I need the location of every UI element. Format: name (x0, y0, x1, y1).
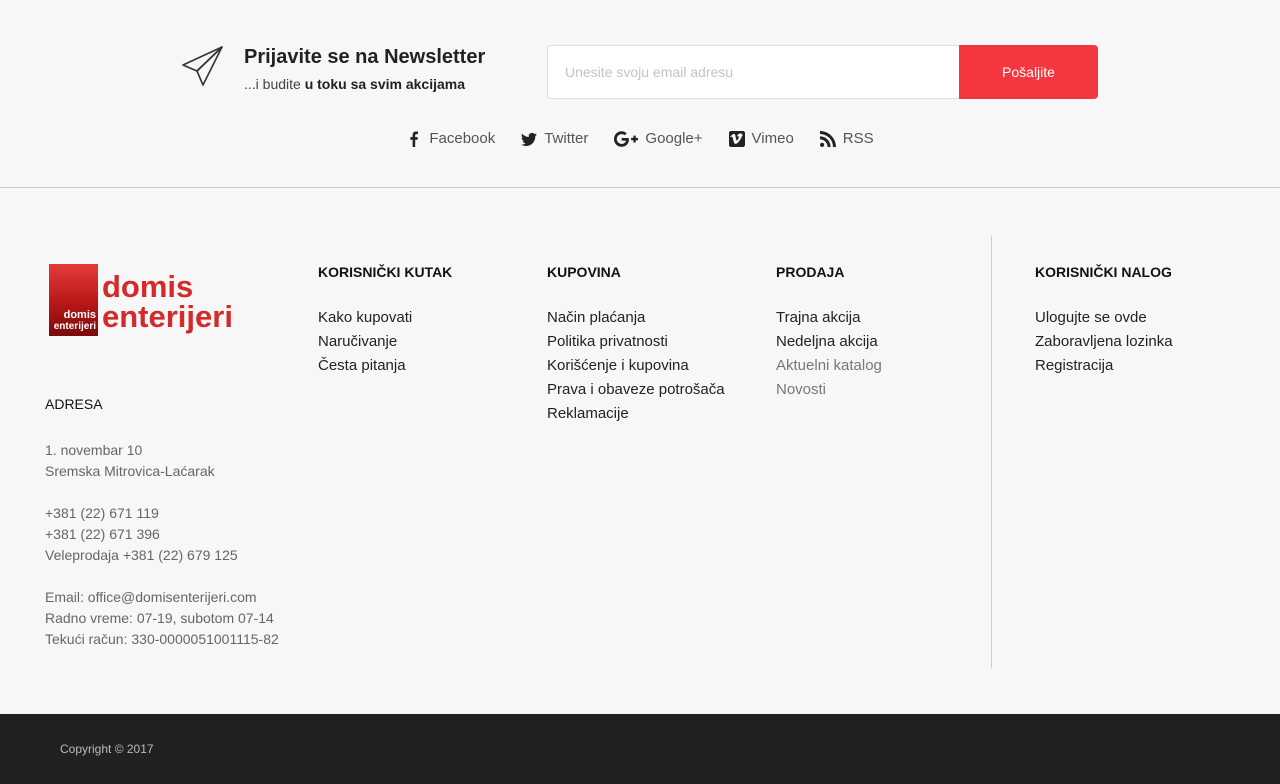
logo-mark-line2: enterijeri (53, 321, 96, 332)
footer-link-forgot-password[interactable]: Zaboravljena lozinka (1035, 330, 1173, 354)
column-heading-kupovina: KUPOVINA (547, 264, 621, 280)
address-bank-account: Tekući račun: 330-0000051001115-82 (45, 631, 279, 647)
address-street: 1. novembar 10 (45, 442, 143, 458)
address-phone-2: +381 (22) 671 396 (45, 526, 160, 542)
newsletter-email-input[interactable] (547, 45, 959, 99)
footer-link-trajna-akcija[interactable]: Trajna akcija (776, 306, 882, 330)
footer-link-koriscenje-i-kupovina[interactable]: Korišćenje i kupovina (547, 354, 725, 378)
facebook-icon (410, 131, 419, 147)
address-hours: Radno vreme: 07-19, subotom 07-14 (45, 610, 274, 626)
newsletter-title: Prijavite se na Newsletter (244, 46, 486, 68)
column-heading-korisnicki-kutak: KORISNIČKI KUTAK (318, 264, 453, 280)
column-heading-prodaja: PRODAJA (776, 264, 845, 280)
social-label-rss: RSS (842, 130, 874, 147)
address-phone-1: +381 (22) 671 119 (45, 505, 159, 521)
footer-link-reklamacije[interactable]: Reklamacije (547, 402, 725, 426)
social-link-google-plus[interactable]: Google+ (614, 130, 703, 147)
social-label-google-plus: Google+ (645, 130, 703, 147)
newsletter-subtitle-bold: u toku sa svim akcijama (304, 76, 466, 92)
address-city: Sremska Mitrovica-Laćarak (45, 463, 215, 479)
footer-link-novosti[interactable]: Novosti (776, 378, 882, 402)
rss-icon (819, 130, 836, 147)
logo-word-enterijeri: enterijeri (102, 299, 233, 334)
social-link-vimeo[interactable]: Vimeo (728, 130, 794, 147)
newsletter-submit-button[interactable]: Pošaljite (959, 45, 1098, 99)
logo-mark-line1: domis (63, 309, 96, 321)
vimeo-icon (728, 130, 745, 147)
column-list-korisnicki-kutak: Kako kupovati Naručivanje Česta pitanja (318, 306, 412, 378)
newsletter-section: Prijavite se na Newsletter ...i budite u… (0, 0, 1280, 188)
column-heading-korisnicki-nalog: KORISNIČKI NALOG (1035, 264, 1172, 280)
newsletter-subtitle: ...i budite u toku sa svim akcijama (244, 76, 465, 92)
paper-plane-icon (182, 46, 223, 86)
social-links: Facebook Twitter Google+ Vimeo RSS (0, 130, 1280, 147)
footer-link-login[interactable]: Ulogujte se ovde (1035, 306, 1173, 330)
social-link-facebook[interactable]: Facebook (406, 130, 495, 147)
address-heading: ADRESA (45, 396, 103, 412)
column-divider (991, 236, 992, 668)
company-logo[interactable]: domis enterijeri domis enterijeri (47, 263, 243, 337)
address-email: Email: office@domisenterijeri.com (45, 589, 257, 605)
footer-link-narucivanje[interactable]: Naručivanje (318, 330, 412, 354)
footer-link-cesta-pitanja[interactable]: Česta pitanja (318, 354, 412, 378)
social-link-twitter[interactable]: Twitter (521, 130, 588, 147)
footer-link-nacin-placanja[interactable]: Način plaćanja (547, 306, 725, 330)
footer-link-nedeljna-akcija[interactable]: Nedeljna akcija (776, 330, 882, 354)
google-plus-icon (614, 130, 639, 147)
footer-link-politika-privatnosti[interactable]: Politika privatnosti (547, 330, 725, 354)
footer-link-prava-i-obaveze[interactable]: Prava i obaveze potrošača (547, 378, 725, 402)
column-list-kupovina: Način plaćanja Politika privatnosti Kori… (547, 306, 725, 426)
social-link-rss[interactable]: RSS (819, 130, 874, 147)
social-label-facebook: Facebook (429, 130, 496, 147)
social-label-vimeo: Vimeo (751, 130, 794, 147)
column-list-korisnicki-nalog: Ulogujte se ovde Zaboravljena lozinka Re… (1035, 306, 1173, 378)
footer-link-registracija[interactable]: Registracija (1035, 354, 1173, 378)
footer-bottom-bar: Copyright © 2017 (0, 714, 1280, 784)
twitter-icon (521, 132, 538, 146)
footer-link-kako-kupovati[interactable]: Kako kupovati (318, 306, 412, 330)
footer-link-aktuelni-katalog[interactable]: Aktuelni katalog (776, 354, 882, 378)
newsletter-subtitle-prefix: ...i budite (244, 76, 305, 92)
column-list-prodaja: Trajna akcija Nedeljna akcija Aktuelni k… (776, 306, 882, 402)
copyright-text: Copyright © 2017 (60, 742, 154, 756)
social-label-twitter: Twitter (544, 130, 589, 147)
address-wholesale-phone: Veleprodaja +381 (22) 679 125 (45, 547, 238, 563)
